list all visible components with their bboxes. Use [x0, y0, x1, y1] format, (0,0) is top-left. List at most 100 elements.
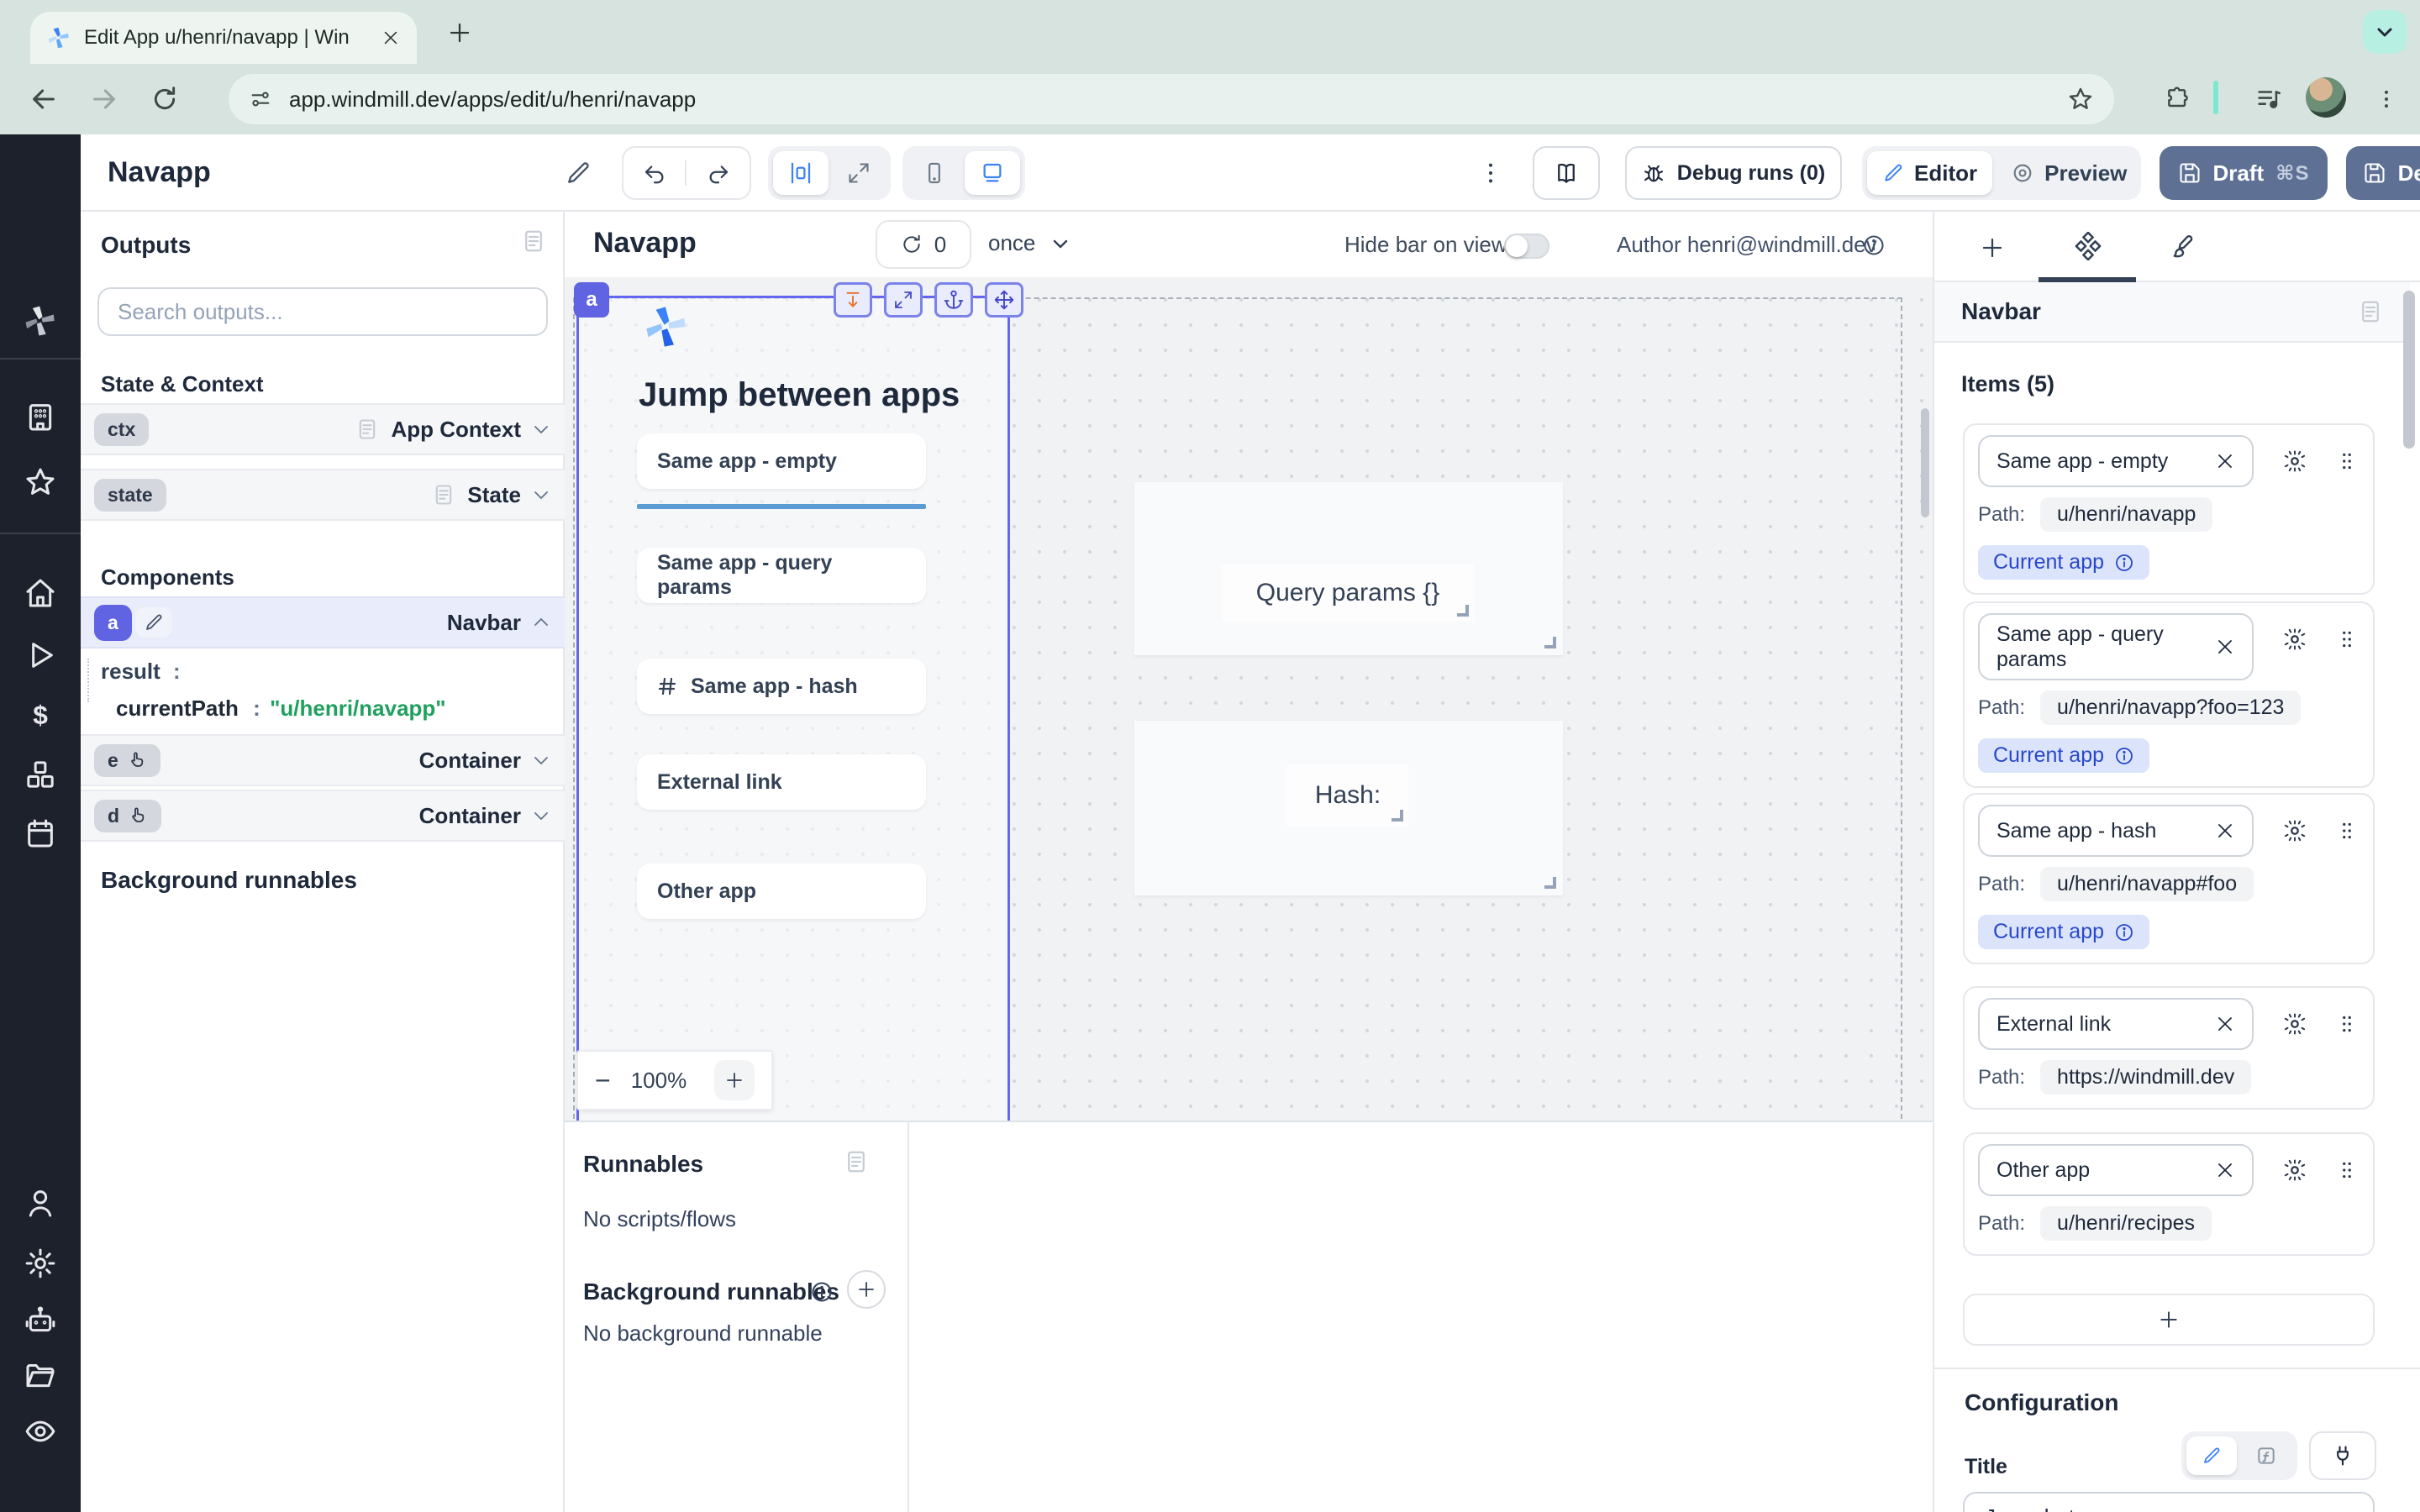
tab-close-icon[interactable] — [381, 29, 400, 47]
zoom-in-button[interactable] — [714, 1060, 755, 1100]
chevron-down-icon[interactable] — [531, 485, 551, 505]
item-path-chip[interactable]: https://windmill.dev — [2040, 1060, 2251, 1095]
drag-handle-icon[interactable] — [2336, 1013, 2358, 1035]
settings-gear-icon[interactable] — [24, 1247, 57, 1280]
reload-button[interactable] — [141, 76, 188, 123]
ctx-badge[interactable]: ctx — [94, 413, 149, 446]
chevron-down-icon[interactable] — [531, 806, 551, 826]
nav-item-other-app[interactable]: Other app — [637, 864, 926, 919]
url-bar[interactable]: app.windmill.dev/apps/edit/u/henri/navap… — [229, 74, 2114, 124]
full-width-layout-button[interactable] — [832, 151, 886, 195]
hash-container[interactable]: Hash: — [1134, 721, 1563, 895]
item-settings-gear-icon[interactable] — [2282, 818, 2307, 843]
hash-text-box[interactable]: Hash: — [1287, 764, 1408, 827]
chevron-up-icon[interactable] — [531, 612, 551, 633]
query-params-text-box[interactable]: Query params {} — [1222, 564, 1474, 622]
chevron-down-icon[interactable] — [531, 750, 551, 770]
draft-button[interactable]: Draft ⌘S — [2160, 146, 2328, 200]
item-label-input[interactable]: Same app - empty — [1978, 435, 2254, 487]
canvas-scrollbar[interactable] — [1921, 408, 1929, 517]
nav-item-external-link[interactable]: External link — [637, 754, 926, 810]
search-outputs-input[interactable] — [97, 287, 548, 336]
item-label-input[interactable]: External link — [1978, 998, 2254, 1050]
item-settings-gear-icon[interactable] — [2282, 449, 2307, 474]
result-row[interactable]: result : — [101, 659, 181, 685]
nav-item-same-app-empty[interactable]: Same app - empty — [637, 433, 926, 489]
info-icon[interactable] — [2114, 746, 2134, 766]
move-button[interactable] — [985, 282, 1023, 318]
browser-menu-icon[interactable] — [2363, 76, 2410, 123]
add-navbar-item-button[interactable] — [1963, 1294, 2375, 1346]
item-label-input[interactable]: Same app - query params — [1978, 613, 2254, 680]
resize-handle[interactable] — [1544, 637, 1556, 648]
chevron-down-icon[interactable] — [531, 419, 551, 439]
item-path-chip[interactable]: u/henri/navapp — [2040, 497, 2212, 532]
more-options-kebab-icon[interactable] — [1479, 161, 1502, 185]
audit-eye-icon[interactable] — [24, 1415, 57, 1448]
workspace-icon[interactable] — [24, 400, 57, 433]
component-d-badge[interactable]: d — [94, 800, 161, 832]
item-label-input[interactable]: Same app - hash — [1978, 805, 2254, 857]
debug-runs-button[interactable]: Debug runs (0) — [1625, 146, 1842, 200]
undo-button[interactable] — [623, 160, 687, 186]
navbar-component-row[interactable]: a Navbar — [81, 596, 565, 648]
resize-handle[interactable] — [1544, 877, 1556, 889]
item-path-chip[interactable]: u/henri/recipes — [2040, 1206, 2212, 1241]
clear-icon[interactable] — [2215, 451, 2235, 471]
window-scrollbar[interactable] — [2403, 291, 2415, 449]
extensions-icon[interactable] — [2154, 76, 2202, 123]
panel-doc-icon[interactable] — [2358, 299, 2383, 324]
anchor-button[interactable] — [934, 282, 973, 318]
component-settings-tab-icon[interactable] — [2074, 232, 2102, 260]
component-a-badge[interactable]: a — [94, 605, 132, 641]
insert-component-tab-icon[interactable] — [1980, 235, 2005, 260]
home-icon[interactable] — [24, 576, 57, 610]
mobile-view-button[interactable] — [908, 151, 961, 195]
profile-avatar[interactable] — [2306, 77, 2346, 118]
redo-button[interactable] — [687, 160, 750, 186]
clear-icon[interactable] — [2215, 1160, 2235, 1180]
resize-handle[interactable] — [1392, 810, 1403, 822]
nav-item-query-params[interactable]: Same app - query params — [637, 548, 926, 603]
title-value-input[interactable] — [1963, 1492, 2375, 1512]
favorites-star-icon[interactable] — [24, 465, 57, 499]
item-path-chip[interactable]: u/henri/navapp#foo — [2040, 867, 2254, 901]
schedules-icon[interactable] — [24, 816, 57, 850]
drag-handle-icon[interactable] — [2336, 628, 2358, 650]
url-text[interactable]: app.windmill.dev/apps/edit/u/henri/navap… — [289, 87, 2050, 113]
clear-icon[interactable] — [2215, 1014, 2235, 1034]
container-e-row[interactable]: e Container — [81, 734, 565, 786]
static-mode-button[interactable] — [2186, 1436, 2237, 1475]
run-mode-dropdown[interactable]: once — [988, 230, 1071, 256]
preview-tab[interactable]: Preview — [1996, 151, 2142, 195]
state-row[interactable]: state State — [81, 469, 565, 521]
deploy-button[interactable]: Deploy — [2346, 146, 2420, 200]
new-tab-icon[interactable] — [447, 20, 472, 45]
back-button[interactable] — [20, 76, 67, 123]
item-settings-gear-icon[interactable] — [2282, 627, 2307, 652]
info-icon[interactable] — [2114, 922, 2134, 942]
currentpath-row[interactable]: currentPath : "u/henri/navapp" — [116, 696, 446, 722]
clear-icon[interactable] — [2215, 637, 2235, 657]
center-layout-button[interactable] — [773, 151, 829, 195]
resize-handle[interactable] — [1457, 605, 1469, 617]
connect-plug-button[interactable] — [2309, 1431, 2376, 1480]
resources-icon[interactable] — [24, 758, 57, 791]
variables-icon[interactable]: $ — [24, 699, 57, 732]
add-bg-runnable-button[interactable] — [847, 1270, 886, 1309]
browser-tab[interactable]: Edit App u/henri/navapp | Win — [30, 12, 417, 64]
author-info-icon[interactable] — [1862, 234, 1886, 257]
item-path-chip[interactable]: u/henri/navapp?foo=123 — [2040, 690, 2301, 725]
selected-component-tag[interactable]: a — [574, 282, 609, 318]
expand-down-button[interactable] — [834, 282, 872, 318]
bookmark-star-icon[interactable] — [2067, 86, 2094, 113]
item-settings-gear-icon[interactable] — [2282, 1011, 2307, 1037]
rename-pencil-chip[interactable] — [135, 607, 172, 638]
user-icon[interactable] — [24, 1186, 57, 1220]
info-icon[interactable] — [810, 1280, 834, 1304]
info-icon[interactable] — [2114, 553, 2134, 573]
workers-robot-icon[interactable] — [24, 1304, 57, 1337]
editor-tab[interactable]: Editor — [1867, 151, 1992, 195]
panel-doc-icon[interactable] — [844, 1149, 869, 1174]
item-settings-gear-icon[interactable] — [2282, 1158, 2307, 1183]
